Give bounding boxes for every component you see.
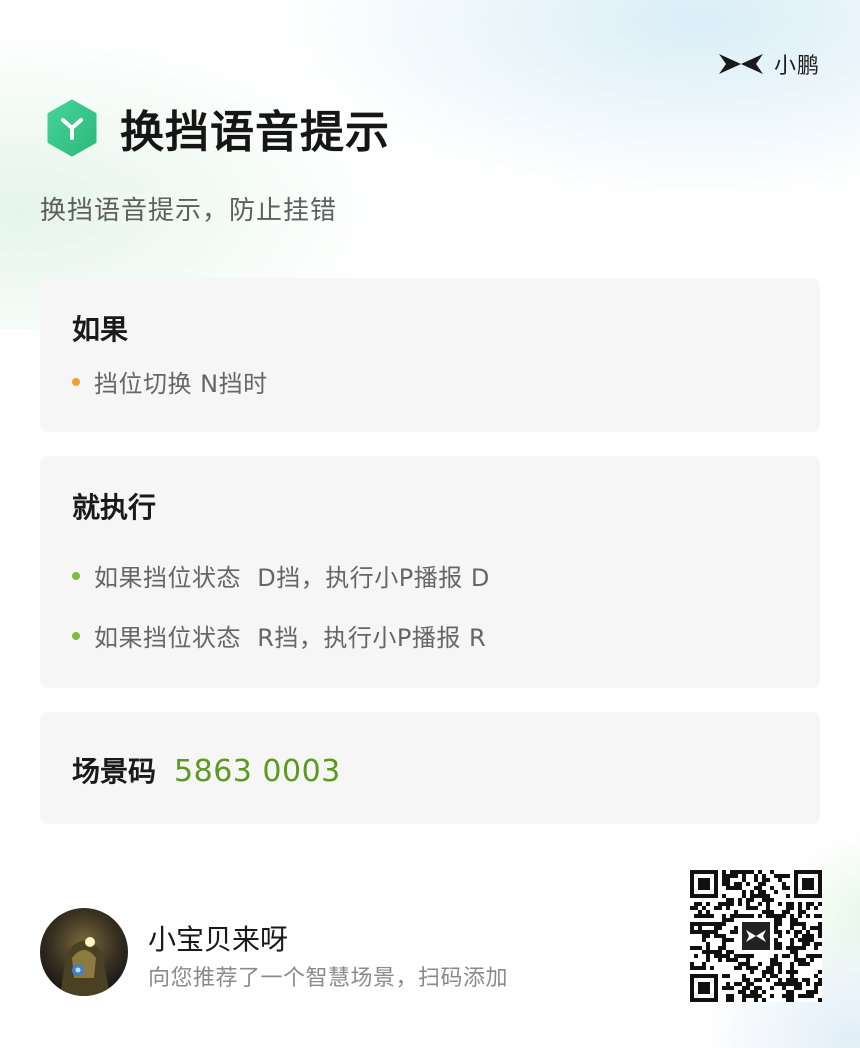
scene-code-value[interactable]: 5863 0003 xyxy=(174,754,341,789)
user-name: 小宝贝来呀 xyxy=(148,923,289,956)
brand-name: 小鹏 xyxy=(773,54,820,79)
qr-code-icon[interactable] xyxy=(690,870,822,1002)
page-subtitle: 换挡语音提示，防止挂错 xyxy=(40,196,338,226)
condition-card: 如果 挡位切换 N挡时 xyxy=(40,278,820,432)
xpeng-logo-icon xyxy=(718,54,763,74)
action-item: 如果挡位状态 R挡，执行小P播报 R xyxy=(72,618,486,653)
recommend-text: 向您推荐了一个智慧场景，扫码添加 xyxy=(148,966,509,991)
scene-hexagon-icon xyxy=(47,99,97,157)
action-title: 就执行 xyxy=(72,491,157,524)
page-title: 换挡语音提示 xyxy=(120,107,390,158)
action-item-text: 如果挡位状态 D挡，执行小P播报 D xyxy=(94,564,490,592)
scene-code-label: 场景码 xyxy=(72,755,157,788)
bullet-dot xyxy=(72,631,80,640)
bullet-dot xyxy=(72,571,80,580)
page-header: 换挡语音提示 xyxy=(46,96,390,160)
condition-title: 如果 xyxy=(72,313,129,346)
action-card: 就执行 如果挡位状态 D挡，执行小P播报 D 如果挡位状态 R挡，执行小P播报 … xyxy=(40,456,820,688)
scene-code-row: 场景码 5863 0003 xyxy=(72,750,341,790)
brand: 小鹏 xyxy=(718,50,820,79)
action-item-text: 如果挡位状态 R挡，执行小P播报 R xyxy=(94,624,487,652)
user-avatar[interactable] xyxy=(40,908,128,996)
bullet-dot xyxy=(72,377,80,386)
condition-item: 挡位切换 N挡时 xyxy=(72,364,268,399)
action-item: 如果挡位状态 D挡，执行小P播报 D xyxy=(72,558,490,593)
scene-code-card: 场景码 5863 0003 xyxy=(40,712,820,824)
condition-item-text: 挡位切换 N挡时 xyxy=(94,370,268,398)
